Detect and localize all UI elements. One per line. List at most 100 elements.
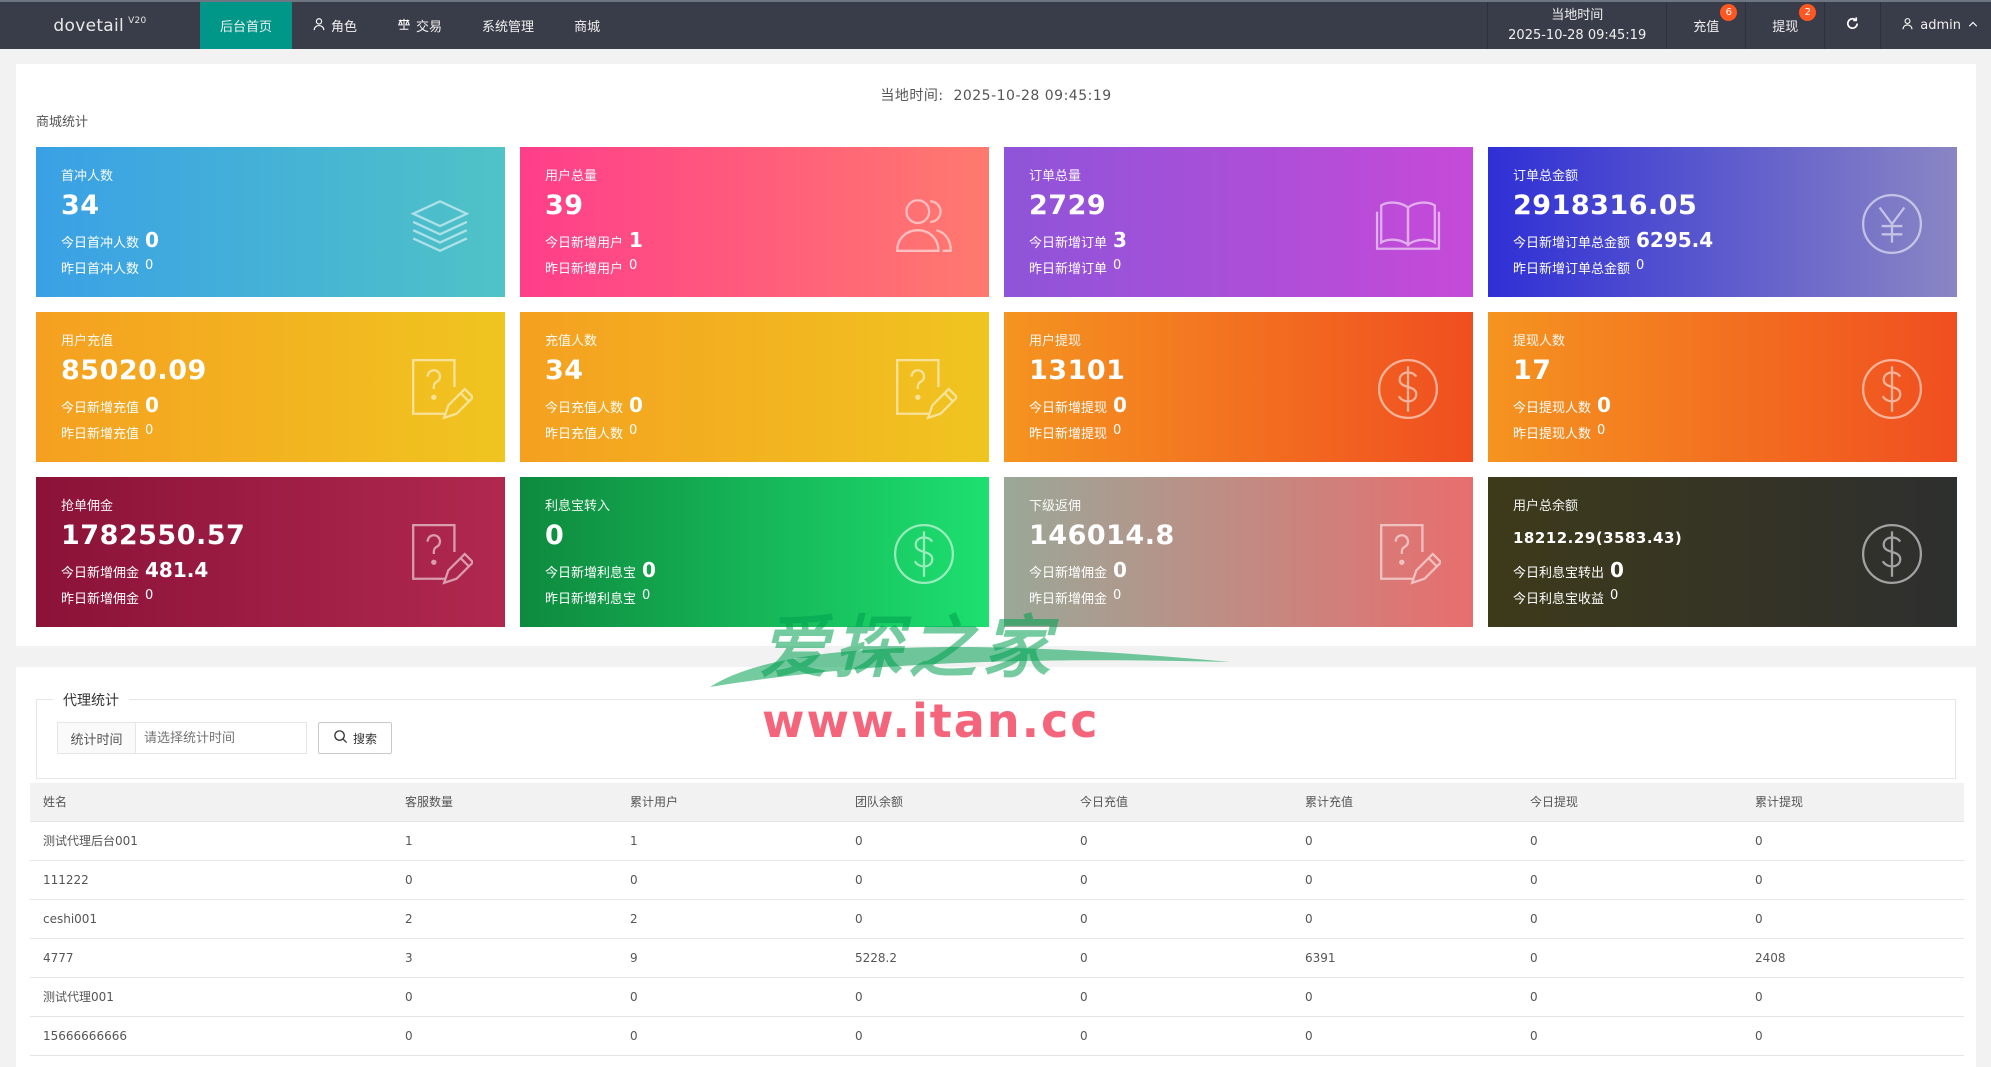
table-cell: 111222	[30, 860, 392, 900]
table-cell: 0	[1292, 821, 1517, 861]
col-cs-count[interactable]: 客服数量	[392, 783, 617, 822]
stat-card-yesterday-label: 昨日提现人数	[1513, 427, 1592, 442]
stat-card-yesterday-label: 昨日新增订单	[1029, 262, 1108, 277]
table-cell: 0	[1517, 899, 1742, 939]
table-cell: 2	[392, 899, 617, 939]
stat-card-today-label: 今日首冲人数	[61, 236, 140, 251]
stat-card-title: 用户总余额	[1513, 499, 1579, 514]
agent-stats-panel: 代理统计 统计时间 搜索 姓名 客服数量 累计用户 团队余额 今日充值 累计充值…	[16, 667, 1976, 1067]
col-today-withdraw[interactable]: 今日提现	[1517, 783, 1742, 822]
local-time-value: 2025-10-28 09:45:19	[953, 88, 1112, 104]
stat-card[interactable]: 利息宝转入 0 今日新增利息宝 0 昨日新增利息宝 0	[520, 477, 989, 627]
nav-trade-label: 交易	[416, 20, 443, 35]
withdraw-button[interactable]: 提现 2	[1745, 2, 1824, 49]
table-row[interactable]: 15666666666 0 0 0 0 0 0 0	[30, 1016, 1964, 1056]
dollar-icon	[891, 521, 957, 587]
table-cell: 0	[1067, 1016, 1292, 1056]
col-total-withdraw[interactable]: 累计提现	[1742, 783, 1964, 822]
stat-card-title: 下级返佣	[1029, 499, 1082, 514]
table-row[interactable]: 测试代理001 0 0 0 0 0 0 0	[30, 977, 1964, 1017]
stat-card-yesterday-label: 昨日新增用户	[545, 262, 624, 277]
stat-card-title: 提现人数	[1513, 334, 1566, 349]
stat-card-yesterday-label: 今日利息宝收益	[1513, 592, 1605, 607]
user-menu[interactable]: admin	[1880, 2, 1991, 49]
stat-card-yesterday: 昨日新增佣金 0	[61, 588, 480, 607]
stat-card[interactable]: 用户总量 39 今日新增用户 1 昨日新增用户 0	[520, 147, 989, 297]
nav-mall-label: 商城	[574, 20, 601, 35]
col-name[interactable]: 姓名	[30, 783, 392, 822]
table-cell: 0	[392, 1016, 617, 1056]
nav-system-label: 系统管理	[482, 20, 535, 35]
stat-card-yesterday: 昨日新增用户 0	[545, 258, 964, 277]
table-cell: 0	[1292, 977, 1517, 1017]
stat-card[interactable]: 充值人数 34 今日充值人数 0 昨日充值人数 0	[520, 312, 989, 462]
table-cell: 0	[1067, 860, 1292, 900]
header-time: 当地时间 2025-10-28 09:45:19	[1487, 2, 1666, 49]
stat-card-today-value: 0	[145, 228, 159, 252]
col-total-recharge[interactable]: 累计充值	[1292, 783, 1517, 822]
agent-filter-fieldset: 代理统计 统计时间 搜索	[36, 690, 1956, 779]
table-row[interactable]: 111222 0 0 0 0 0 0 0	[30, 860, 1964, 900]
dollar-icon	[1859, 521, 1925, 587]
table-cell: 1	[392, 821, 617, 861]
table-cell: 2	[617, 899, 842, 939]
table-cell: 15666666666	[30, 1016, 392, 1056]
recharge-badge: 6	[1720, 4, 1738, 21]
table-cell: 0	[842, 1016, 1067, 1056]
stat-card[interactable]: 用户充值 85020.09 今日新增充值 0 昨日新增充值 0	[36, 312, 505, 462]
date-filter-input[interactable]	[136, 723, 306, 753]
stat-card-title: 充值人数	[545, 334, 598, 349]
nav-system[interactable]: 系统管理	[462, 2, 554, 49]
recharge-label: 充值	[1693, 20, 1720, 35]
search-button[interactable]: 搜索	[318, 722, 392, 754]
col-team-balance[interactable]: 团队余额	[842, 783, 1067, 822]
stat-card-yesterday-value: 0	[1636, 258, 1645, 273]
nav-home[interactable]: 后台首页	[200, 2, 293, 49]
table-cell: 0	[1742, 1016, 1964, 1056]
nav-roles-label: 角色	[331, 20, 358, 35]
stat-card-today-label: 今日新增佣金	[1029, 566, 1108, 581]
stat-card[interactable]: 订单总量 2729 今日新增订单 3 昨日新增订单 0	[1004, 147, 1473, 297]
recharge-button[interactable]: 充值 6	[1666, 2, 1745, 49]
stat-card[interactable]: 用户总余额 18212.29(3583.43) 今日利息宝转出 0 今日利息宝收…	[1488, 477, 1957, 627]
stat-card-yesterday-value: 0	[1113, 423, 1122, 438]
stat-card-yesterday: 昨日新增利息宝 0	[545, 588, 964, 607]
logo[interactable]: dovetail V20	[0, 2, 200, 49]
stat-card-title: 抢单佣金	[61, 499, 114, 514]
stat-card-yesterday-value: 0	[1610, 588, 1619, 603]
user-name: admin	[1920, 18, 1961, 33]
col-total-users[interactable]: 累计用户	[617, 783, 842, 822]
stat-card-today-label: 今日新增充值	[61, 401, 140, 416]
stat-card[interactable]: 提现人数 17 今日提现人数 0 昨日提现人数 0	[1488, 312, 1957, 462]
stat-card-today-label: 今日利息宝转出	[1513, 566, 1605, 581]
refresh-button[interactable]	[1824, 2, 1880, 49]
stat-card-today-value: 3	[1113, 228, 1127, 252]
agent-filter: 统计时间 搜索	[57, 722, 392, 754]
withdraw-badge: 2	[1799, 4, 1817, 21]
stat-card-yesterday: 昨日新增订单总金额 0	[1513, 258, 1932, 277]
stat-card-yesterday: 昨日新增充值 0	[61, 423, 480, 442]
table-row[interactable]: 4777 3 9 5228.2 0 6391 0 2408	[30, 938, 1964, 978]
table-row[interactable]: 测试代理后台001 1 1 0 0 0 0 0	[30, 821, 1964, 861]
stat-card-yesterday-value: 0	[1113, 258, 1122, 273]
stat-card[interactable]: 抢单佣金 1782550.57 今日新增佣金 481.4 昨日新增佣金 0	[36, 477, 505, 627]
stat-card[interactable]: 首冲人数 34 今日首冲人数 0 昨日首冲人数 0	[36, 147, 505, 297]
stat-card[interactable]: 用户提现 13101 今日新增提现 0 昨日新增提现 0	[1004, 312, 1473, 462]
stat-card-today-value: 0	[1610, 558, 1624, 582]
col-today-recharge[interactable]: 今日充值	[1067, 783, 1292, 822]
nav-mall[interactable]: 商城	[554, 2, 620, 49]
stat-card-today-value: 0	[1113, 393, 1127, 417]
stat-card-yesterday: 昨日提现人数 0	[1513, 423, 1932, 442]
table-row[interactable]: ceshi001 2 2 0 0 0 0 0	[30, 899, 1964, 939]
stat-card-title: 用户提现	[1029, 334, 1082, 349]
stat-card[interactable]: 订单总金额 2918316.05 今日新增订单总金额 6295.4 昨日新增订单…	[1488, 147, 1957, 297]
stat-card-yesterday-value: 0	[629, 423, 638, 438]
users-icon	[891, 191, 957, 257]
stat-card[interactable]: 下级返佣 146014.8 今日新增佣金 0 昨日新增佣金 0	[1004, 477, 1473, 627]
date-filter-label: 统计时间	[58, 723, 136, 753]
nav-trade[interactable]: 交易	[377, 2, 462, 49]
local-time-label: 当地时间:	[880, 88, 944, 104]
nav-roles[interactable]: 角色	[292, 2, 377, 49]
table-cell: 0	[1067, 977, 1292, 1017]
table-cell: 0	[1517, 938, 1742, 978]
